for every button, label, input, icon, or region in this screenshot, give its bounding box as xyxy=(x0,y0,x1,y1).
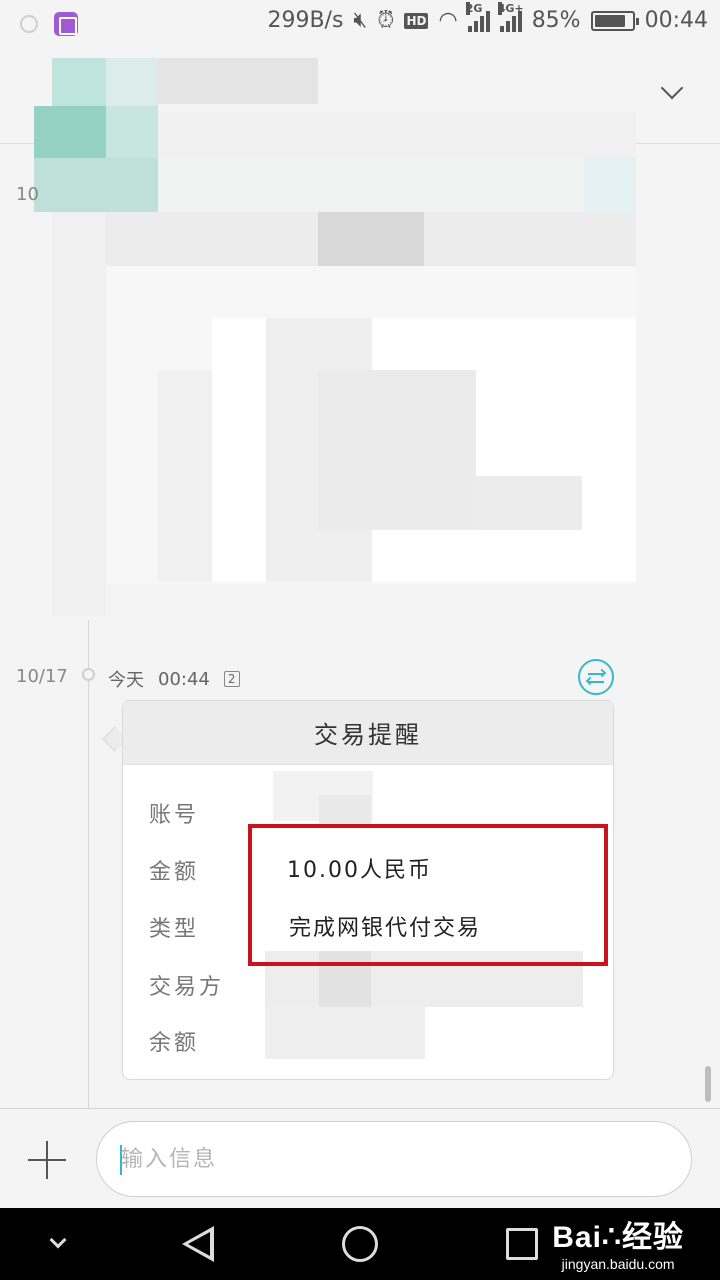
timeline-line xyxy=(88,620,89,1108)
baidu-watermark: Bai∴经验 jingyan.baidu.com xyxy=(552,1212,684,1272)
watermark-url: jingyan.baidu.com xyxy=(561,1256,675,1272)
gallery-app-icon xyxy=(54,12,78,36)
alarm-icon: ⏰︎ xyxy=(377,8,395,33)
account-label: 账号 xyxy=(149,803,200,828)
battery-icon xyxy=(590,10,639,31)
watermark-logo: Bai∴经验 xyxy=(552,1221,684,1254)
hide-nav-icon[interactable] xyxy=(49,1231,67,1249)
text-caret xyxy=(120,1145,122,1175)
notification-dot-icon xyxy=(20,15,38,33)
balance-label: 余额 xyxy=(149,1031,200,1056)
earlier-date: 10 xyxy=(16,184,39,205)
transfer-icon[interactable] xyxy=(578,659,614,695)
message-date: 10/17 xyxy=(16,666,68,687)
net-speed: 299B/s xyxy=(267,8,344,33)
card-title: 交易提醒 xyxy=(123,701,613,765)
sim1-type: 2G xyxy=(465,1,483,15)
hd-icon: HD xyxy=(404,12,429,29)
message-input[interactable] xyxy=(96,1121,692,1197)
status-bar: 299B/s 🔇︎ ⏰︎ HD ◠ 2G 4G+ 85% 00:44 xyxy=(0,0,720,50)
highlight-box xyxy=(248,824,608,966)
chevron-down-icon[interactable] xyxy=(660,76,684,100)
sim2-type: 4G+ xyxy=(497,1,524,15)
clock: 00:44 xyxy=(644,8,708,33)
message-meta: 今天 00:44 2 xyxy=(108,666,240,692)
wifi-icon: ◠ xyxy=(438,8,458,33)
home-icon[interactable] xyxy=(342,1226,378,1262)
scrollbar[interactable] xyxy=(705,1066,711,1102)
battery-percent: 85% xyxy=(531,8,581,33)
add-attachment-button[interactable] xyxy=(28,1141,66,1179)
signal-icon: 4G+ xyxy=(497,1,524,32)
signal-icon: 2G xyxy=(465,1,490,32)
amount-label: 金额 xyxy=(149,860,200,885)
back-icon[interactable] xyxy=(182,1226,214,1262)
counterparty-label: 交易方 xyxy=(149,975,225,1000)
timeline-dot-icon xyxy=(82,668,95,681)
recent-apps-icon[interactable] xyxy=(506,1228,538,1260)
compose-bar xyxy=(0,1108,720,1208)
type-label: 类型 xyxy=(149,917,200,942)
battery-fill xyxy=(594,14,626,27)
mute-icon: 🔇︎ xyxy=(353,8,368,33)
message-day: 今天 xyxy=(108,670,144,691)
message-count-badge: 2 xyxy=(223,671,240,687)
navigation-bar: Bai∴经验 jingyan.baidu.com xyxy=(0,1208,720,1280)
message-time: 00:44 xyxy=(158,668,210,690)
